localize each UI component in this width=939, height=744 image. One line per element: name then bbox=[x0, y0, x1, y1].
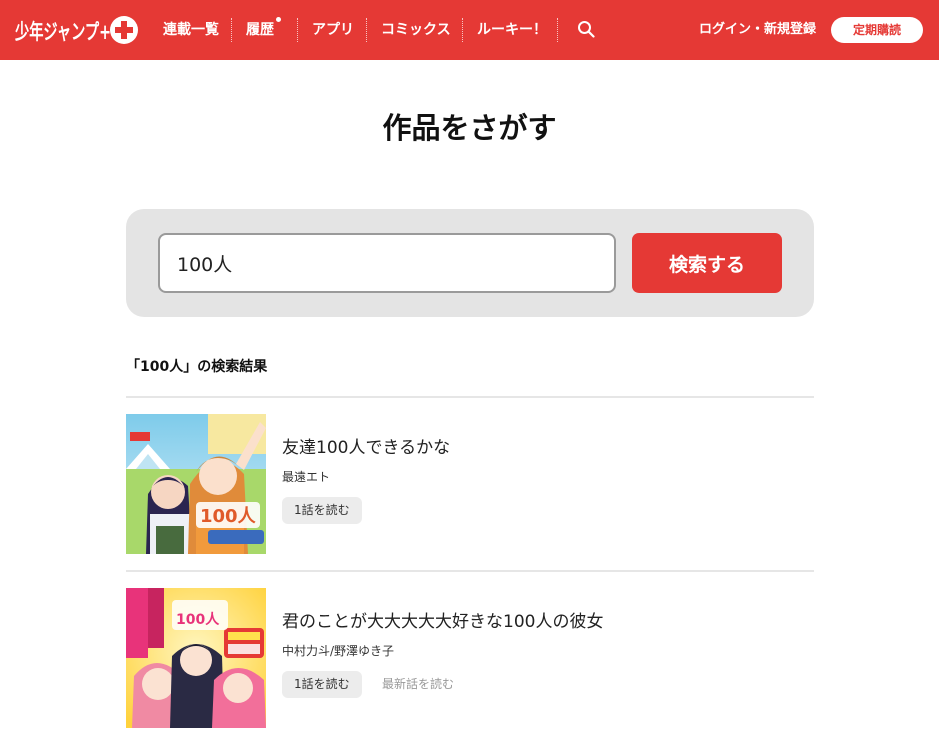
read-first-episode-button[interactable]: 1話を読む bbox=[282, 497, 362, 524]
read-first-episode-button[interactable]: 1話を読む bbox=[282, 671, 362, 698]
nav-rookie[interactable]: ルーキー！ bbox=[477, 20, 547, 40]
cover-image-tomodachi-100nin[interactable]: 100人 bbox=[126, 414, 266, 554]
results-divider bbox=[126, 570, 814, 572]
result-title[interactable]: 君のことが大大大大大好きな100人の彼女 bbox=[282, 610, 603, 634]
read-latest-episode-link[interactable]: 最新話を読む bbox=[382, 671, 454, 698]
site-header: 少年ジャンプ+ 連載一覧 履歴 アプリ コミックス ルーキー！ ログイン・新規登… bbox=[0, 0, 939, 60]
login-register-link[interactable]: ログイン・新規登録 bbox=[699, 20, 816, 40]
svg-text:100人: 100人 bbox=[176, 611, 220, 628]
nav-history[interactable]: 履歴 bbox=[246, 17, 281, 40]
subscribe-button[interactable]: 定期購読 bbox=[831, 17, 923, 43]
nav-comics[interactable]: コミックス bbox=[381, 20, 451, 40]
nav-serial-list[interactable]: 連載一覧 bbox=[163, 20, 219, 40]
results-divider bbox=[126, 396, 814, 398]
svg-text:少年ジャンプ+: 少年ジャンプ+ bbox=[14, 20, 111, 44]
nav-divider bbox=[297, 18, 298, 42]
shonen-jump-plus-logo[interactable]: 少年ジャンプ+ bbox=[14, 12, 140, 48]
search-icon[interactable] bbox=[577, 20, 595, 38]
nav-divider bbox=[462, 18, 463, 42]
result-title[interactable]: 友達100人できるかな bbox=[282, 436, 450, 460]
result-author: 最遠エト bbox=[282, 470, 331, 484]
search-panel: 検索する bbox=[126, 209, 814, 317]
search-input[interactable] bbox=[158, 233, 616, 293]
nav-history-label: 履歴 bbox=[246, 22, 274, 38]
result-item: 100人 君のことが大大大大大好きな100人の彼女 中村力斗/野澤ゆき子 1話を… bbox=[126, 588, 814, 728]
cover-image-100-kanojo[interactable]: 100人 bbox=[126, 588, 266, 728]
nav-divider bbox=[557, 18, 558, 42]
nav-app[interactable]: アプリ bbox=[312, 20, 354, 40]
new-indicator-dot bbox=[276, 17, 281, 22]
nav-divider bbox=[231, 18, 232, 42]
page-title: 作品をさがす bbox=[382, 111, 557, 145]
result-item: 100人 友達100人できるかな 最遠エト 1話を読む bbox=[126, 414, 814, 554]
nav-divider bbox=[366, 18, 367, 42]
result-author: 中村力斗/野澤ゆき子 bbox=[282, 644, 395, 658]
results-heading: 「100人」の検索結果 bbox=[126, 359, 268, 375]
svg-text:100人: 100人 bbox=[200, 506, 257, 527]
search-submit-button[interactable]: 検索する bbox=[632, 233, 782, 293]
